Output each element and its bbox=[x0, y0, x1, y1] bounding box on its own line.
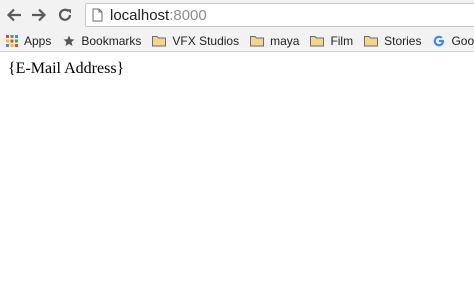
page-icon bbox=[92, 8, 104, 23]
back-button[interactable] bbox=[4, 4, 24, 26]
browser-toolbar: localhost:8000 bbox=[0, 0, 474, 30]
folder-icon bbox=[250, 35, 265, 47]
bookmark-label: Google bbox=[451, 33, 474, 48]
bookmark-google[interactable]: Google bbox=[433, 30, 474, 51]
apps-grid-icon bbox=[6, 34, 18, 47]
url-port: :8000 bbox=[169, 6, 207, 24]
bookmark-label: Apps bbox=[24, 33, 52, 48]
google-icon bbox=[433, 35, 445, 47]
bookmark-label: VFX Studios bbox=[172, 33, 240, 48]
address-bar[interactable]: localhost:8000 bbox=[85, 3, 474, 27]
folder-icon bbox=[364, 35, 379, 47]
bookmark-apps[interactable]: Apps bbox=[6, 30, 52, 51]
page-text: {E-Mail Address} bbox=[8, 60, 125, 77]
bookmark-folder-vfx-studios[interactable]: VFX Studios bbox=[152, 30, 240, 51]
bookmark-folder-stories[interactable]: Stories bbox=[364, 30, 422, 51]
bookmarks-bar: Apps Bookmarks VFX Studios maya Film Sto… bbox=[0, 30, 474, 52]
arrow-right-icon bbox=[32, 8, 47, 22]
url-host: localhost bbox=[110, 6, 170, 24]
bookmark-label: maya bbox=[270, 33, 300, 48]
bookmark-folder-film[interactable]: Film bbox=[310, 30, 354, 51]
forward-button[interactable] bbox=[29, 4, 49, 26]
address-text[interactable]: localhost:8000 bbox=[110, 7, 207, 24]
folder-icon bbox=[310, 35, 325, 47]
folder-icon bbox=[152, 35, 167, 47]
page-content: {E-Mail Address} bbox=[0, 53, 474, 300]
bookmark-label: Stories bbox=[384, 33, 422, 48]
bookmark-bookmarks[interactable]: Bookmarks bbox=[63, 30, 142, 51]
reload-icon bbox=[58, 8, 72, 21]
reload-button[interactable] bbox=[55, 4, 75, 26]
bookmark-label: Film bbox=[330, 33, 354, 48]
bookmark-folder-maya[interactable]: maya bbox=[250, 30, 300, 51]
arrow-left-icon bbox=[6, 8, 21, 22]
bookmark-label: Bookmarks bbox=[81, 33, 142, 48]
star-icon bbox=[63, 35, 75, 47]
